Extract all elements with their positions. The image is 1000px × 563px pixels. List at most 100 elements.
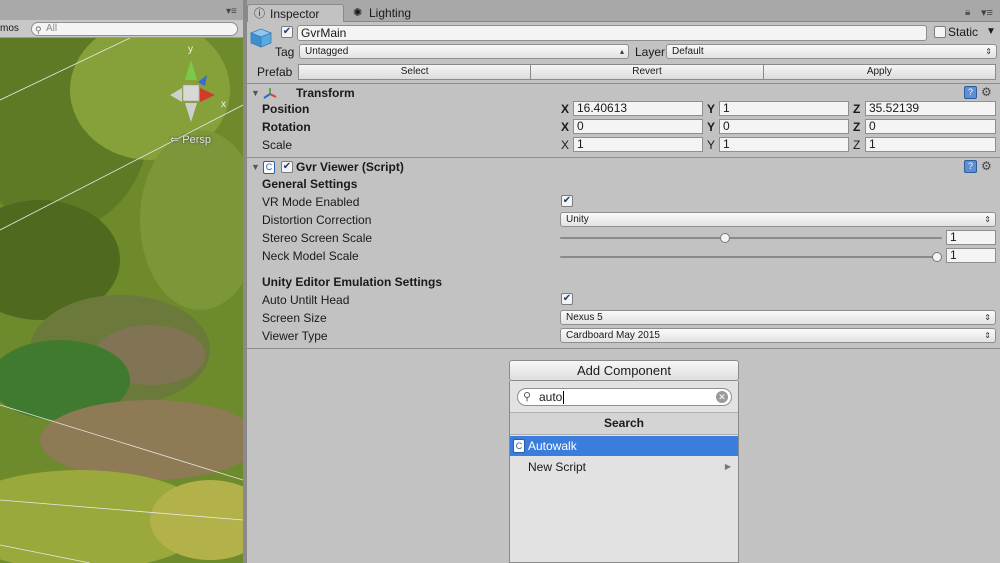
text-caret: [563, 391, 565, 405]
rotation-label: Rotation: [262, 120, 311, 134]
add-component-popup: ⚲ auto ✕ Search C Autowalk New Script ▶: [509, 381, 739, 563]
layer-value: Default: [672, 46, 704, 57]
emulation-settings-heading: Unity Editor Emulation Settings: [262, 275, 443, 289]
scale-x-field[interactable]: 1: [573, 137, 703, 152]
gear-icon[interactable]: ⚙: [981, 159, 992, 173]
foldout-open-icon[interactable]: ▼: [251, 162, 260, 172]
position-label: Position: [262, 102, 310, 116]
scale-y-field[interactable]: 1: [719, 137, 849, 152]
scene-view[interactable]: ▾≡ mos ⚲ All y x ⇐ Persp: [0, 0, 243, 563]
add-component-item-label: New Script: [528, 460, 587, 474]
screen-size-value: Nexus 5: [566, 312, 603, 323]
search-icon: ⚲: [523, 391, 532, 403]
rotation-x-field[interactable]: 0: [573, 119, 703, 134]
menu-icon[interactable]: ▾≡: [226, 6, 237, 17]
tag-dropdown[interactable]: Untagged ▴: [299, 44, 629, 59]
gvr-viewer-enabled-checkbox[interactable]: ✔: [281, 161, 293, 173]
add-component-button[interactable]: Add Component: [509, 360, 739, 381]
search-icon: ⚲: [35, 25, 42, 35]
add-component-item-label: Autowalk: [528, 439, 577, 453]
add-component-search-input[interactable]: ⚲ auto ✕: [517, 388, 732, 406]
stereo-scale-slider[interactable]: [560, 237, 942, 239]
transform-icon: [263, 88, 277, 99]
neck-scale-slider[interactable]: [560, 256, 942, 258]
screen-size-dropdown[interactable]: Nexus 5 ⇕: [560, 310, 996, 325]
tab-inspector-label: Inspector: [270, 7, 320, 21]
stereo-scale-slider-thumb[interactable]: [719, 233, 730, 243]
viewer-type-value: Cardboard May 2015: [566, 330, 660, 341]
position-z-field[interactable]: 35.52139: [865, 101, 996, 116]
neck-scale-field[interactable]: 1: [946, 248, 996, 263]
add-component-search-value: auto: [539, 390, 563, 404]
info-icon: ⓘ: [254, 8, 265, 20]
persp-icon: ⇐: [170, 134, 183, 146]
tag-label: Tag: [275, 45, 295, 59]
position-x-field[interactable]: 16.40613: [573, 101, 703, 116]
scene-search-input[interactable]: ⚲ All: [31, 22, 238, 36]
scale-z-label[interactable]: Z: [853, 138, 860, 152]
rotation-z-field[interactable]: 0: [865, 119, 996, 134]
updown-arrow-icon: ⇕: [984, 215, 991, 224]
clear-icon[interactable]: ✕: [716, 391, 728, 403]
add-component-item-new-script[interactable]: New Script ▶: [510, 457, 738, 477]
rotation-y-label[interactable]: Y: [707, 120, 715, 134]
persp-toggle[interactable]: ⇐ Persp: [170, 133, 211, 146]
foldout-open-icon[interactable]: ▼: [251, 88, 260, 98]
tab-lighting[interactable]: ✺ Lighting: [347, 4, 447, 22]
scale-label: Scale: [262, 138, 293, 152]
scale-y-label[interactable]: Y: [707, 138, 715, 152]
screen-size-label: Screen Size: [262, 311, 327, 325]
scene-viewport[interactable]: [0, 0, 243, 563]
vr-mode-checkbox[interactable]: ✔: [561, 195, 573, 207]
scene-search-placeholder: All: [46, 23, 58, 34]
gameobject-name-field[interactable]: GvrMain: [297, 25, 927, 41]
tab-inspector[interactable]: ⓘ Inspector: [247, 4, 344, 22]
prefab-button-group: Select Revert Apply: [298, 64, 996, 80]
lock-icon[interactable]: 🔒︎: [965, 7, 970, 18]
chevron-down-icon[interactable]: ▼: [986, 26, 996, 37]
script-icon: C: [513, 439, 525, 453]
help-icon[interactable]: ?: [964, 160, 977, 173]
lighting-icon: ✺: [353, 7, 363, 19]
distortion-label: Distortion Correction: [262, 213, 372, 227]
transform-title: Transform: [296, 86, 355, 100]
help-icon[interactable]: ?: [964, 86, 977, 99]
gizmos-menu[interactable]: mos: [0, 23, 19, 34]
viewer-type-dropdown[interactable]: Cardboard May 2015 ⇕: [560, 328, 996, 343]
rotation-x-label[interactable]: X: [561, 120, 569, 134]
layer-dropdown[interactable]: Default ⇕: [666, 44, 997, 59]
gvr-viewer-header[interactable]: ▼ C ✔ Gvr Viewer (Script) ? ⚙: [247, 159, 1000, 177]
position-y-label[interactable]: Y: [707, 102, 715, 116]
viewer-type-label: Viewer Type: [262, 329, 328, 343]
position-y-field[interactable]: 1: [719, 101, 849, 116]
auto-untilt-checkbox[interactable]: ✔: [561, 293, 573, 305]
prefab-apply-button[interactable]: Apply: [763, 64, 996, 80]
distortion-dropdown[interactable]: Unity ⇕: [560, 212, 996, 227]
menu-icon[interactable]: ▾≡: [981, 6, 993, 19]
add-component-item-autowalk[interactable]: C Autowalk: [510, 436, 738, 456]
divider: [247, 157, 1000, 158]
scene-tab-bar: [0, 0, 243, 20]
add-component-search-title: Search: [510, 412, 738, 435]
position-z-label[interactable]: Z: [853, 102, 860, 116]
neck-scale-slider-thumb[interactable]: [932, 252, 942, 262]
position-x-label[interactable]: X: [561, 102, 569, 116]
active-checkbox[interactable]: ✔: [281, 26, 293, 38]
tab-lighting-label: Lighting: [369, 6, 412, 20]
gizmo-y-label: y: [188, 44, 193, 55]
updown-arrow-icon: ▴: [619, 47, 624, 56]
prefab-revert-button[interactable]: Revert: [531, 64, 764, 80]
rotation-y-field[interactable]: 0: [719, 119, 849, 134]
rotation-z-label[interactable]: Z: [853, 120, 860, 134]
gear-icon[interactable]: ⚙: [981, 85, 992, 99]
static-label: Static: [948, 25, 979, 39]
scale-z-field[interactable]: 1: [865, 137, 996, 152]
distortion-value: Unity: [566, 214, 589, 225]
updown-arrow-icon: ⇕: [985, 47, 992, 56]
prefab-select-button[interactable]: Select: [298, 64, 532, 80]
layer-label: Layer: [635, 45, 666, 59]
scale-x-label[interactable]: X: [561, 138, 569, 152]
static-checkbox[interactable]: [934, 26, 946, 38]
stereo-scale-field[interactable]: 1: [946, 230, 996, 245]
chevron-right-icon: ▶: [724, 462, 731, 471]
